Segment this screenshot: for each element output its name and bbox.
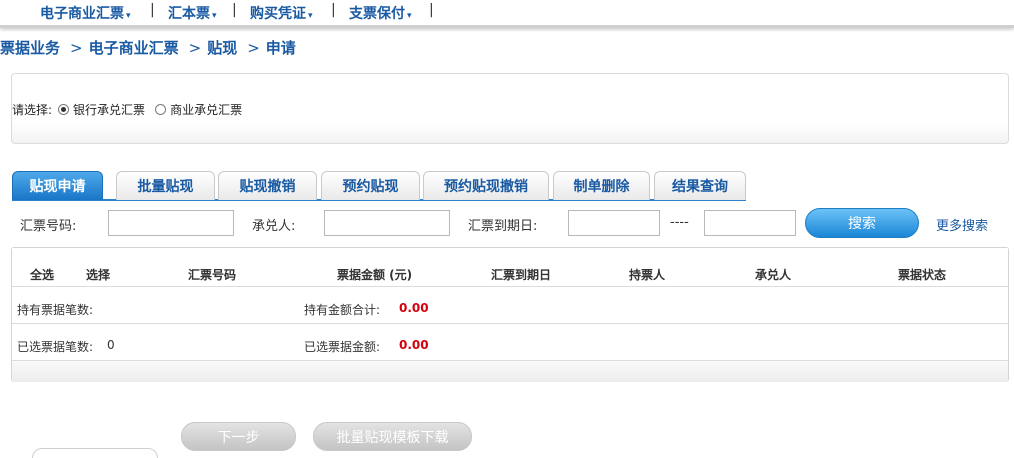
due-date-from-input[interactable] [568,210,660,236]
radio-bank-acceptance[interactable] [58,104,70,115]
column-header: 汇票到期日 [491,268,552,282]
held-summary-row: 持有票据笔数: 持有金额合计: 0.00 [12,287,1008,324]
menu-buy-voucher[interactable]: 购买凭证 ▾ [250,3,313,23]
menu-label: 汇本票 [168,6,210,22]
column-header: 承兑人 [755,268,792,282]
download-batch-template-button[interactable]: 批量贴现模板下载 [313,422,472,451]
menu-bank-draft[interactable]: 汇本票 ▾ [168,3,217,23]
breadcrumb-item[interactable]: 贴现 [207,39,237,57]
selected-count-value: 0 [107,338,115,352]
held-count-label: 持有票据笔数: [17,303,94,317]
breadcrumb-item-current: 申请 [265,39,296,57]
selected-amount-label: 已选票据金额: [304,340,381,354]
bill-type-row: 请选择: 银行承兑汇票 商业承兑汇票 [12,101,246,118]
menu-separator: | [150,2,155,18]
menu-separator: | [331,2,336,18]
held-amount-value: 0.00 [399,301,429,315]
top-menu-bar: 电子商业汇票 ▾ | 汇本票 ▾ | 购买凭证 ▾ | 支票保付 ▾ | [0,0,1014,28]
radio-label[interactable]: 银行承兑汇票 [73,101,145,118]
select-all-header[interactable]: 全选 [30,266,54,283]
held-amount-label: 持有金额合计: [304,303,381,317]
menu-separator: | [429,2,434,18]
chevron-right-icon: > [247,39,260,57]
bill-no-input[interactable] [108,210,234,236]
chevron-right-icon: > [70,39,83,57]
column-header: 汇票号码 [188,268,237,282]
chevron-down-icon: ▾ [212,11,217,21]
chevron-right-icon: > [188,39,202,57]
more-search-link[interactable]: 更多搜索 [936,215,988,234]
bill-type-panel: 请选择: 银行承兑汇票 商业承兑汇票 [11,73,1009,144]
tab-reserve-discount[interactable]: 预约贴现 [321,171,420,200]
bill-table: 全选 选择 汇票号码 票据金额 (元) 汇票到期日 持票人 承兑人 票据状态 持… [11,247,1009,382]
menu-check-guarantee[interactable]: 支票保付 ▾ [349,3,412,23]
bill-type-prompt: 请选择: [12,103,53,117]
bill-no-label: 汇票号码: [20,219,77,234]
tab-discount-apply[interactable]: 贴现申请 [12,171,103,200]
next-step-button[interactable]: 下一步 [181,422,296,451]
partial-button[interactable] [32,448,158,458]
selected-count-label: 已选票据笔数: [17,340,94,354]
column-header: 选择 [86,268,111,282]
tab-reserve-discount-revoke[interactable]: 预约贴现撤销 [423,171,549,200]
selected-summary-row: 已选票据笔数: 0 已选票据金额: 0.00 [12,324,1008,361]
table-header-row: 全选 选择 汇票号码 票据金额 (元) 汇票到期日 持票人 承兑人 票据状态 [12,248,1008,287]
radio-label[interactable]: 商业承兑汇票 [170,101,242,118]
tab-delete-draft[interactable]: 制单删除 [553,171,650,200]
table-footer [12,361,1008,382]
menu-separator: | [232,2,237,18]
acceptor-input[interactable] [324,210,450,236]
chevron-down-icon: ▾ [126,11,131,21]
tab-batch-discount[interactable]: 批量贴现 [116,171,215,200]
menu-label: 电子商业汇票 [40,6,124,22]
date-range-separator: ---- [670,215,689,230]
breadcrumb: 票据业务 > 电子商业汇票 > 贴现 > 申请 [0,37,300,58]
due-date-label: 汇票到期日: [468,219,538,234]
breadcrumb-item[interactable]: 票据业务 [0,39,60,57]
search-form: 汇票号码: 承兑人: 汇票到期日: ---- 搜索 更多搜索 [0,206,1014,240]
due-date-to-input[interactable] [704,210,796,236]
radio-commercial-acceptance[interactable] [155,104,167,115]
menu-label: 支票保付 [349,6,405,22]
breadcrumb-item[interactable]: 电子商业汇票 [89,39,179,57]
chevron-down-icon: ▾ [308,11,313,21]
acceptor-label: 承兑人: [252,219,296,234]
chevron-down-icon: ▾ [407,11,412,21]
column-header: 票据状态 [898,268,947,282]
column-header: 持票人 [629,268,666,282]
tab-discount-revoke[interactable]: 贴现撤销 [218,171,317,200]
menu-label: 购买凭证 [250,6,306,22]
tab-result-query[interactable]: 结果查询 [654,171,746,200]
column-header: 票据金额 (元) [337,268,413,282]
menu-electronic-commercial-bill[interactable]: 电子商业汇票 ▾ [40,3,131,23]
selected-amount-value: 0.00 [399,338,429,352]
search-button[interactable]: 搜索 [805,208,919,238]
